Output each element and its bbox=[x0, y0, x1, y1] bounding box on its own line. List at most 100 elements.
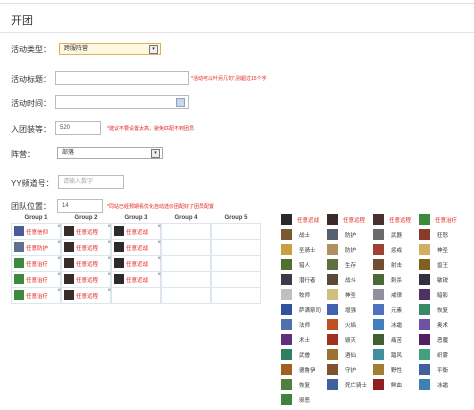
sword-icon bbox=[114, 274, 124, 284]
group-slot[interactable]: 任意信仰 × bbox=[11, 224, 61, 240]
role-label: 任意远程 bbox=[343, 218, 366, 224]
group-slot[interactable]: 任意防护 × bbox=[11, 240, 61, 256]
class-icon bbox=[281, 229, 292, 240]
role-label: 狂怒 bbox=[437, 233, 449, 239]
role-option[interactable]: 鲜血 bbox=[373, 379, 419, 390]
role-option[interactable]: 敏锐 bbox=[419, 274, 465, 285]
role-option[interactable]: 武僧 bbox=[281, 349, 327, 360]
role-option[interactable]: 冰霜 bbox=[373, 319, 419, 330]
slot-role-label: 任意远程 bbox=[76, 294, 99, 300]
role-option[interactable]: 任意远程 bbox=[373, 214, 419, 225]
role-option[interactable]: 神圣 bbox=[419, 244, 465, 255]
role-option[interactable]: 任意远程 bbox=[327, 214, 373, 225]
group-slot[interactable] bbox=[211, 240, 261, 256]
group-slot[interactable]: 任意近战 × bbox=[111, 272, 161, 288]
plus-icon bbox=[14, 274, 24, 284]
top-border bbox=[0, 0, 474, 4]
group-slot[interactable]: 任意治疗 × bbox=[11, 288, 61, 304]
role-option[interactable]: 惩戒 bbox=[373, 244, 419, 255]
group-slot[interactable]: 任意治疗 × bbox=[11, 272, 61, 288]
role-option[interactable]: 野性 bbox=[373, 364, 419, 375]
group-slot[interactable] bbox=[161, 256, 211, 272]
group-slot[interactable]: 任意远程 × bbox=[61, 224, 111, 240]
group-slot[interactable]: 任意近战 × bbox=[111, 256, 161, 272]
role-option[interactable]: 恶魔 bbox=[419, 334, 465, 345]
group-slot[interactable] bbox=[161, 288, 211, 304]
group-slot[interactable]: 任意治疗 × bbox=[11, 256, 61, 272]
role-option[interactable]: 守护 bbox=[327, 364, 373, 375]
faction-select[interactable]: 部落 ▾ bbox=[57, 147, 163, 159]
role-option[interactable]: 萨满祭司 bbox=[281, 304, 327, 315]
role-option[interactable]: 火焰 bbox=[327, 319, 373, 330]
role-option[interactable]: 毁灭 bbox=[327, 334, 373, 345]
class-icon bbox=[281, 289, 292, 300]
role-option[interactable]: 生存 bbox=[327, 259, 373, 270]
role-option[interactable]: 牧师 bbox=[281, 289, 327, 300]
role-label: 神圣 bbox=[437, 248, 449, 254]
yy-input[interactable]: 请输入数字 bbox=[58, 175, 124, 189]
role-label: 圣骑士 bbox=[299, 248, 316, 254]
role-option[interactable]: 恢复 bbox=[419, 304, 465, 315]
role-option[interactable]: 任意治疗 bbox=[419, 214, 465, 225]
role-option[interactable]: 元素 bbox=[373, 304, 419, 315]
role-option[interactable]: 狂怒 bbox=[419, 229, 465, 240]
group-slot[interactable] bbox=[211, 288, 261, 304]
class-icon bbox=[373, 379, 384, 390]
role-option[interactable]: 死亡骑士 bbox=[327, 379, 373, 390]
role-option[interactable]: 戒律 bbox=[373, 289, 419, 300]
gear-score-input[interactable]: 520 bbox=[55, 121, 101, 135]
role-option[interactable]: 神圣 bbox=[327, 289, 373, 300]
group-slot[interactable] bbox=[161, 240, 211, 256]
role-option[interactable]: 猎人 bbox=[281, 259, 327, 270]
class-icon bbox=[281, 244, 292, 255]
group-slot[interactable] bbox=[161, 224, 211, 240]
role-option[interactable]: 德鲁伊 bbox=[281, 364, 327, 375]
class-icon bbox=[373, 274, 384, 285]
role-option[interactable]: 奥术 bbox=[419, 319, 465, 330]
group-slot[interactable]: 任意远程 × bbox=[61, 256, 111, 272]
role-option[interactable]: 术士 bbox=[281, 334, 327, 345]
group-slot[interactable] bbox=[161, 272, 211, 288]
role-option[interactable]: 酒仙 bbox=[327, 349, 373, 360]
calendar-icon[interactable] bbox=[176, 98, 185, 107]
role-option[interactable]: 圣骑士 bbox=[281, 244, 327, 255]
group-slot[interactable] bbox=[211, 256, 261, 272]
role-option[interactable]: 邪恶 bbox=[281, 394, 327, 405]
role-option[interactable]: 冰霜 bbox=[419, 379, 465, 390]
activity-type-select[interactable]: 跨服阵营 ▾ bbox=[59, 43, 161, 55]
group-slot[interactable]: 任意近战 × bbox=[111, 240, 161, 256]
role-option[interactable]: 防护 bbox=[327, 244, 373, 255]
role-option[interactable]: 防护 bbox=[327, 229, 373, 240]
role-option[interactable]: 织雾 bbox=[419, 349, 465, 360]
class-icon bbox=[373, 289, 384, 300]
activity-time-input[interactable] bbox=[55, 95, 189, 109]
role-option[interactable]: 武器 bbox=[373, 229, 419, 240]
role-option[interactable]: 刺杀 bbox=[373, 274, 419, 285]
role-option[interactable]: 任意近战 bbox=[281, 214, 327, 225]
group-slot[interactable] bbox=[111, 288, 161, 304]
role-option[interactable]: 射击 bbox=[373, 259, 419, 270]
group-slot[interactable]: 任意远程 × bbox=[61, 240, 111, 256]
slot-role-label: 任意治疗 bbox=[26, 294, 49, 300]
group-column: Group 1 任意信仰 × 任意防护 × 任意治疗 × 任意治疗 × 任意治疗 × bbox=[11, 214, 61, 304]
role-option[interactable]: 暗影 bbox=[419, 289, 465, 300]
group-slot[interactable]: 任意远程 × bbox=[61, 288, 111, 304]
group-slot[interactable] bbox=[211, 272, 261, 288]
role-option[interactable]: 战士 bbox=[281, 229, 327, 240]
role-option[interactable]: 痛苦 bbox=[373, 334, 419, 345]
role-option[interactable]: 恢复 bbox=[281, 379, 327, 390]
role-option[interactable]: 踏风 bbox=[373, 349, 419, 360]
role-label: 神圣 bbox=[345, 293, 357, 299]
group-slot[interactable] bbox=[211, 224, 261, 240]
role-option[interactable]: 平衡 bbox=[419, 364, 465, 375]
group-slot[interactable]: 任意远程 × bbox=[61, 272, 111, 288]
role-option[interactable]: 增强 bbox=[327, 304, 373, 315]
group-slot[interactable]: 任意近战 × bbox=[111, 224, 161, 240]
role-option[interactable]: 潜行者 bbox=[281, 274, 327, 285]
role-option[interactable]: 兽王 bbox=[419, 259, 465, 270]
role-option[interactable]: 法师 bbox=[281, 319, 327, 330]
activity-title-input[interactable] bbox=[55, 71, 189, 85]
role-option[interactable]: 战斗 bbox=[327, 274, 373, 285]
class-icon bbox=[327, 274, 338, 285]
team-pos-input[interactable]: 14 bbox=[57, 199, 103, 213]
